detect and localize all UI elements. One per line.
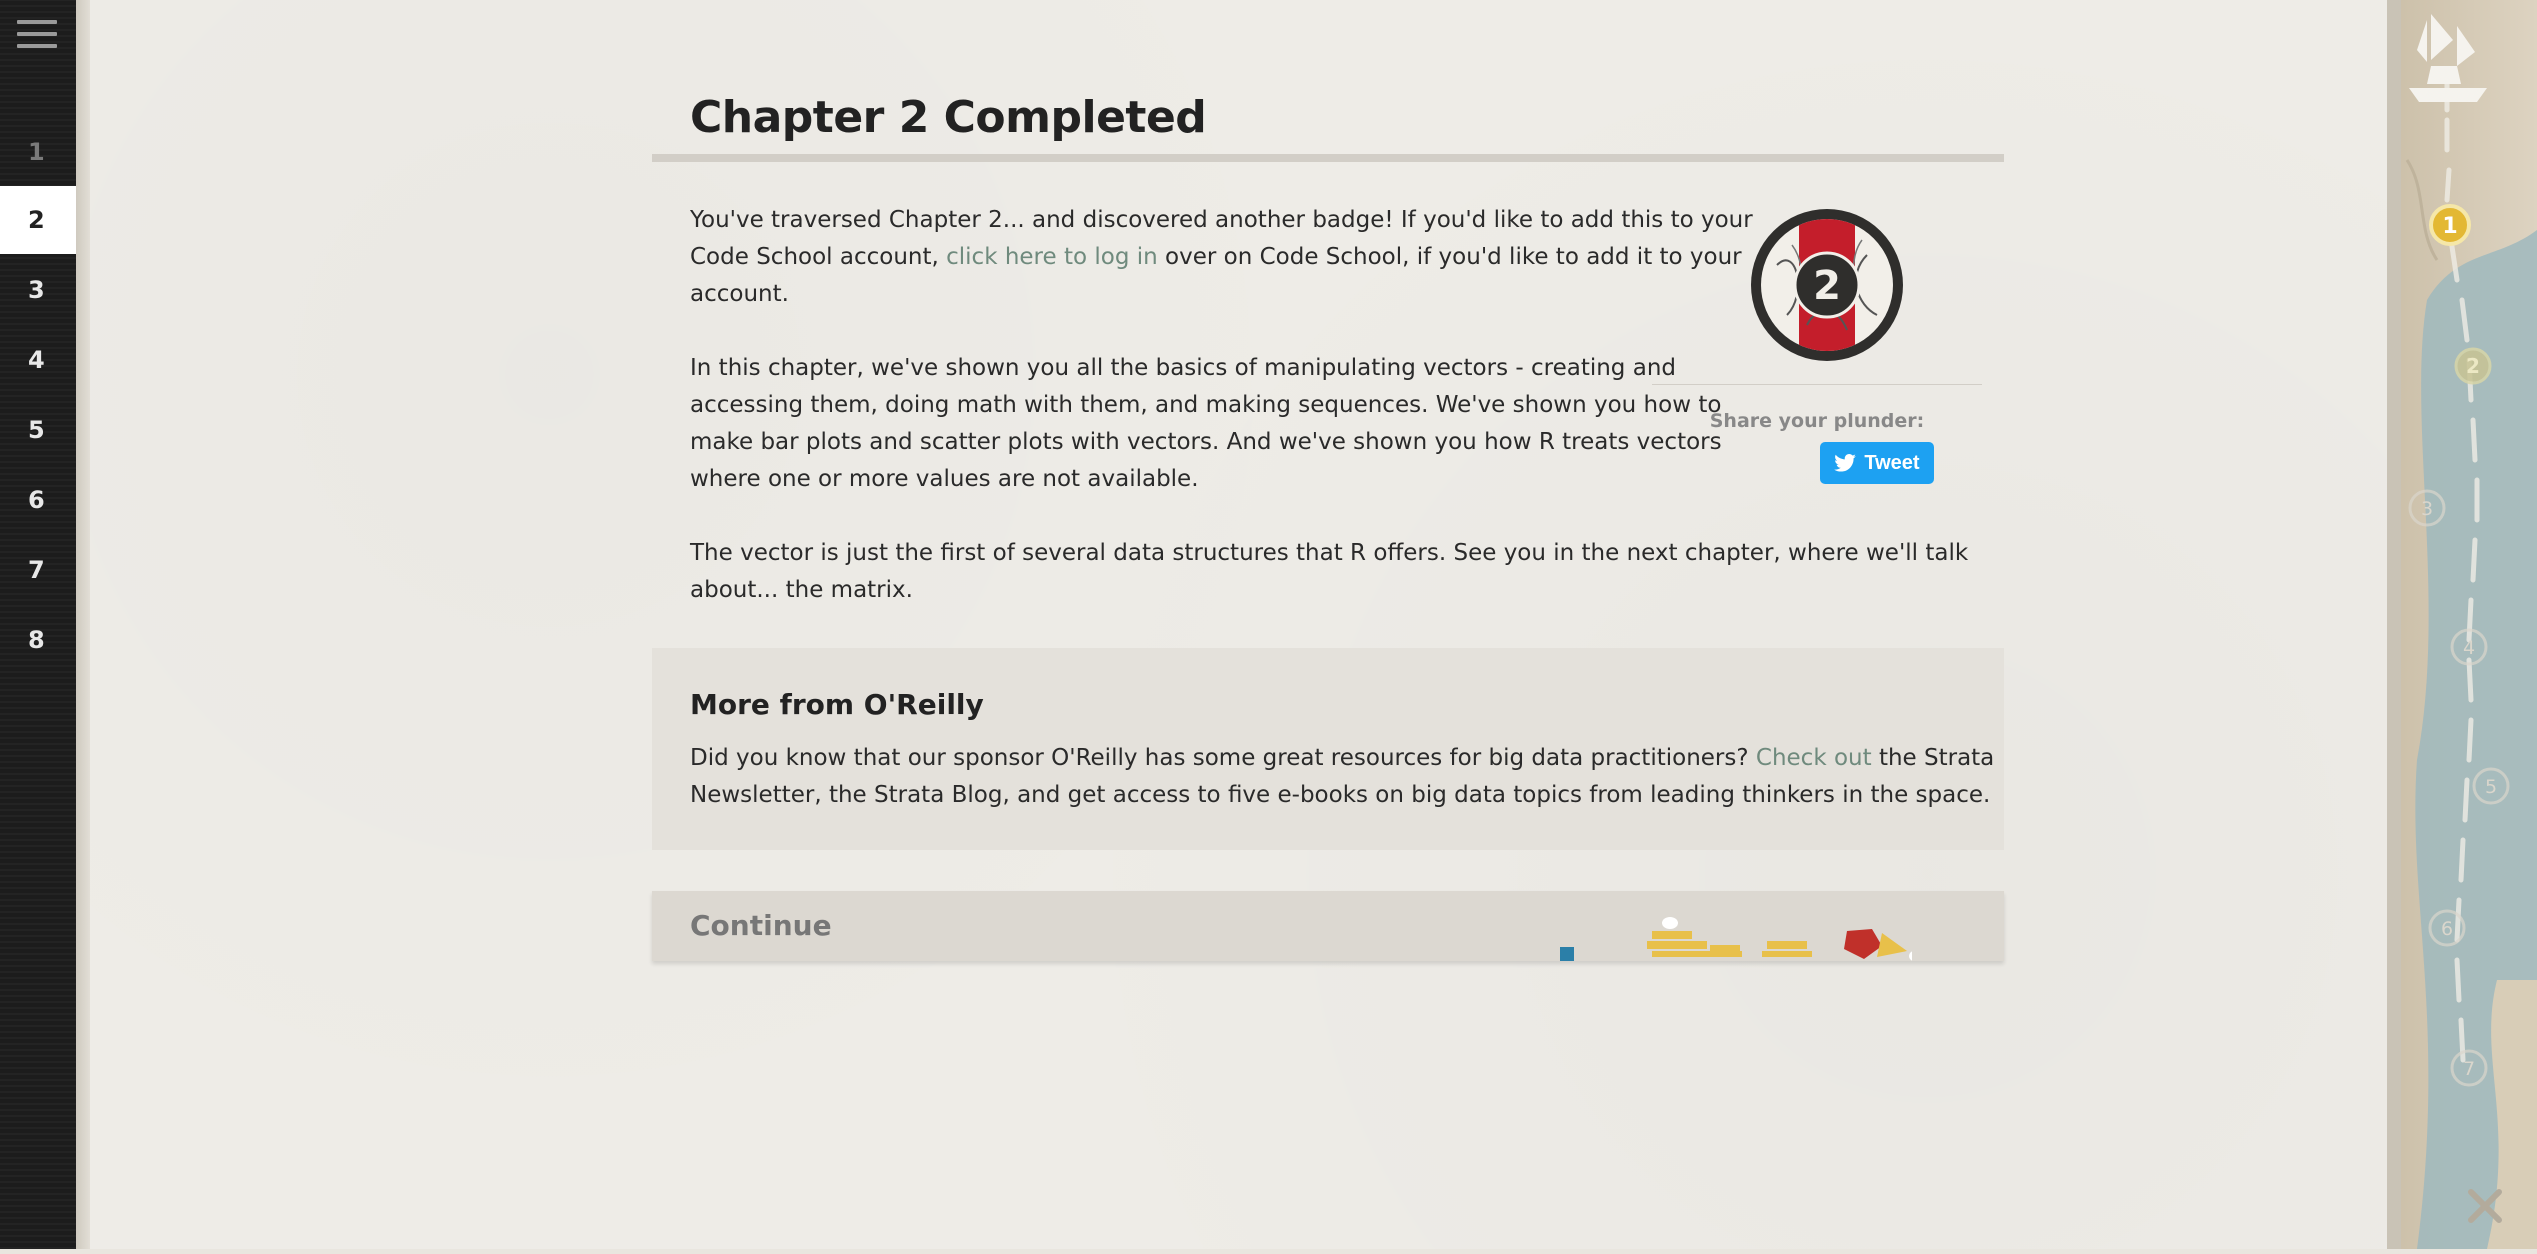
map-marker-6-label: 6 <box>2441 918 2453 940</box>
map-marker-7-label: 7 <box>2463 1058 2475 1080</box>
treasure-map-sidebar: 1 2 3 4 5 6 7 <box>2387 0 2537 1249</box>
close-icon[interactable] <box>2465 1186 2505 1226</box>
intro-text-2: Code School account, <box>690 244 939 270</box>
next-chapter-paragraph: The vector is just the first of several … <box>690 535 1968 609</box>
check-out-link[interactable]: Check out <box>1756 745 1872 771</box>
intro-text-1: You've traversed Chapter 2... and discov… <box>690 207 1753 233</box>
map-marker-2-label: 2 <box>2466 354 2480 378</box>
page-title: Chapter 2 Completed <box>690 92 1207 143</box>
oreilly-paragraph: Did you know that our sponsor O'Reilly h… <box>690 740 1994 814</box>
map-marker-1[interactable]: 1 <box>2429 204 2471 246</box>
oreilly-text-3: Newsletter, the Strata Blog, and get acc… <box>690 782 1991 808</box>
treasure-pile-icon <box>1560 917 1912 961</box>
summary-paragraph: In this chapter, we've shown you all the… <box>690 350 1722 498</box>
map-marker-4-label: 4 <box>2463 637 2475 659</box>
intro-paragraph: You've traversed Chapter 2... and discov… <box>690 202 1753 313</box>
main-content-area: Chapter 2 Completed You've traversed Cha… <box>90 0 2387 1249</box>
badge-divider <box>1652 384 1982 385</box>
hamburger-menu-icon[interactable] <box>17 20 57 52</box>
chapter-badge: 2 <box>1747 205 1907 365</box>
oreilly-text-1: Did you know that our sponsor O'Reilly h… <box>690 745 1749 771</box>
twitter-bird-icon <box>1834 454 1857 472</box>
title-divider <box>652 154 2004 162</box>
map-marker-5-label: 5 <box>2485 776 2497 798</box>
tweet-button[interactable]: Tweet <box>1820 442 1934 484</box>
badge-number: 2 <box>1813 263 1841 309</box>
map-marker-1-label: 1 <box>2442 214 2457 239</box>
summary-line: In this chapter, we've shown you all the… <box>690 355 1676 381</box>
tweet-label: Tweet <box>1864 451 1920 474</box>
chapter-sidebar: 1 2 3 4 5 6 7 8 <box>0 0 90 1249</box>
next-line: about... the matrix. <box>690 577 913 603</box>
summary-line: accessing them, doing math with them, an… <box>690 392 1722 418</box>
continue-button[interactable]: Continue <box>652 891 2004 961</box>
login-link[interactable]: click here to log in <box>946 244 1158 270</box>
summary-line: make bar plots and scatter plots with ve… <box>690 429 1722 455</box>
intro-text-4: account. <box>690 281 789 307</box>
oreilly-promo-box: More from O'Reilly Did you know that our… <box>652 648 2004 850</box>
oreilly-text-2: the Strata <box>1878 745 1995 771</box>
continue-label: Continue <box>690 909 832 942</box>
summary-line: where one or more values are not availab… <box>690 466 1199 492</box>
map-marker-2[interactable]: 2 <box>2454 347 2492 385</box>
share-label: Share your plunder: <box>1709 410 1925 432</box>
next-line: The vector is just the first of several … <box>690 540 1969 566</box>
oreilly-heading: More from O'Reilly <box>690 688 984 721</box>
intro-text-3: over on Code School, if you'd like to ad… <box>1165 244 1742 270</box>
map-marker-3-label: 3 <box>2421 498 2433 520</box>
sidebar-edge <box>76 0 90 1249</box>
